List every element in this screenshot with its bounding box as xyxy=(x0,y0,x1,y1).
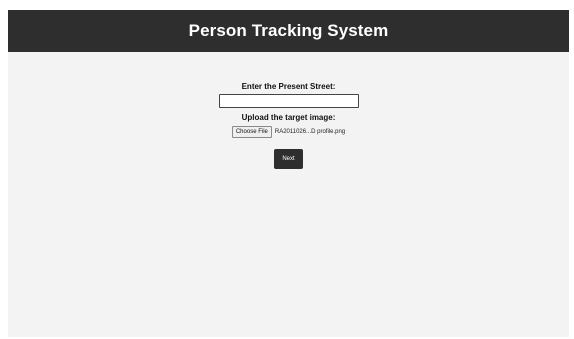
page-title: Person Tracking System xyxy=(188,21,389,40)
tracking-form: Enter the Present Street: Upload the tar… xyxy=(8,82,569,169)
next-button[interactable]: Next xyxy=(274,149,303,169)
upload-label: Upload the target image: xyxy=(241,113,336,122)
street-input[interactable] xyxy=(218,94,359,108)
selected-file-name: RA2011026...D profile.png xyxy=(274,129,346,135)
header-bar: Person Tracking System xyxy=(8,10,569,52)
street-label: Enter the Present Street: xyxy=(241,82,336,91)
page-frame: Person Tracking System Enter the Present… xyxy=(8,10,569,337)
choose-file-button[interactable]: Choose File xyxy=(231,126,272,138)
file-upload: Choose File RA2011026...D profile.png xyxy=(231,126,346,138)
